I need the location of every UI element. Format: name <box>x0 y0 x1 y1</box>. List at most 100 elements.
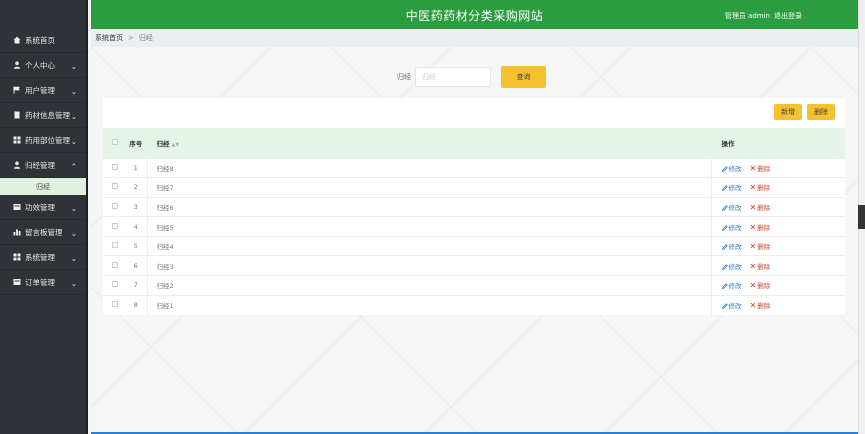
edit-button[interactable]: 修改 <box>721 262 742 271</box>
row-delete-button[interactable]: ✕删除 <box>750 301 771 311</box>
delete-label: 删除 <box>757 164 771 173</box>
sidebar-item-medicinal-part[interactable]: 药用部位管理 ⌄ <box>0 128 86 153</box>
edit-label: 修改 <box>728 243 742 252</box>
row-check-cell <box>103 197 125 217</box>
edit-button[interactable]: 修改 <box>721 223 742 232</box>
row-checkbox[interactable] <box>112 202 118 209</box>
row-checkbox[interactable] <box>112 301 118 308</box>
sidebar-item-efficacy[interactable]: 功效管理 ⌄ <box>0 195 86 220</box>
row-index: 3 <box>125 197 148 217</box>
row-delete-button[interactable]: ✕删除 <box>749 242 771 252</box>
edit-button[interactable]: 修改 <box>721 204 742 212</box>
sidebar-item-profile[interactable]: 个人中心 ⌄ <box>0 53 86 78</box>
table-row: 7 归经2 修改 ✕删除 <box>103 275 845 296</box>
delete-label: 删除 <box>757 302 771 311</box>
query-button[interactable]: 查询 <box>501 66 546 88</box>
header-name[interactable]: 归经 ▲▼ <box>147 128 711 158</box>
sidebar-item-message-board[interactable]: 留言板管理 ⌄ <box>0 220 86 245</box>
close-icon: ✕ <box>749 242 757 252</box>
pencil-icon <box>721 263 728 270</box>
logout-link[interactable]: 退出登录 <box>774 11 802 21</box>
sidebar-item-herb-info[interactable]: 药材信息管理 ⌄ <box>0 103 86 128</box>
row-check-cell <box>103 295 125 315</box>
scrollbar-thumb[interactable] <box>858 205 865 229</box>
pencil-icon <box>721 224 728 231</box>
edit-button[interactable]: 修改 <box>721 164 742 173</box>
row-name: 归经6 <box>156 203 174 212</box>
row-checkbox[interactable] <box>112 261 118 268</box>
edit-label: 修改 <box>728 223 742 232</box>
edit-label: 修改 <box>728 164 742 173</box>
row-index: 2 <box>125 177 148 198</box>
card-icon <box>12 278 22 286</box>
row-check-cell <box>103 178 125 198</box>
select-all-checkbox[interactable] <box>112 138 118 145</box>
row-actions: 修改 ✕删除 <box>710 216 845 237</box>
sidebar-item-label: 留言板管理 <box>25 227 63 237</box>
row-check-cell <box>103 256 125 276</box>
row-actions: 修改 ✕删除 <box>710 275 845 296</box>
edit-button[interactable]: 修改 <box>721 302 742 310</box>
sidebar: 系统首页 个人中心 ⌄ 用户管理 ⌄ 药材信息管理 ⌄ 药用部位管理 ⌄ 归经管… <box>0 0 88 434</box>
row-index: 4 <box>125 216 148 237</box>
row-actions: 修改 ✕删除 <box>710 236 845 256</box>
search-label: 归经 <box>397 73 411 81</box>
row-checkbox[interactable] <box>112 242 118 249</box>
breadcrumb-home[interactable]: 系统首页 <box>95 33 123 43</box>
close-icon: ✕ <box>749 222 757 232</box>
row-checkbox[interactable] <box>112 183 118 190</box>
edit-button[interactable]: 修改 <box>721 184 742 193</box>
row-checkbox[interactable] <box>112 222 118 229</box>
page-scrollbar[interactable] <box>858 0 865 434</box>
row-index: 5 <box>125 236 148 256</box>
sidebar-item-users[interactable]: 用户管理 ⌄ <box>0 78 86 103</box>
card-icon <box>12 203 22 211</box>
add-button[interactable]: 新增 <box>774 104 802 120</box>
table-header-row: 序号 归经 ▲▼ 操作 <box>103 128 845 158</box>
grid-icon <box>12 136 22 144</box>
sidebar-item-label: 用户管理 <box>25 85 55 95</box>
sidebar-item-meridian[interactable]: 归经管理 ⌃ <box>0 153 86 178</box>
edit-label: 修改 <box>728 184 742 193</box>
sidebar-submenu: 归经 <box>0 178 86 195</box>
edit-button[interactable]: 修改 <box>721 243 742 252</box>
pencil-icon <box>721 166 728 172</box>
row-checkbox[interactable] <box>112 163 118 170</box>
delete-label: 删除 <box>757 203 771 212</box>
search-input[interactable] <box>415 67 491 87</box>
chevron-down-icon: ⌄ <box>70 87 77 96</box>
pencil-icon <box>721 205 728 212</box>
delete-label: 删除 <box>757 223 771 232</box>
row-delete-button[interactable]: ✕删除 <box>750 183 771 193</box>
sort-icon[interactable]: ▲▼ <box>172 142 180 148</box>
table-toolbar: 新增 删除 <box>774 104 835 120</box>
sidebar-item-system[interactable]: 系统管理 ⌄ <box>0 245 86 270</box>
header-ops: 操作 <box>710 128 845 158</box>
row-delete-button[interactable]: ✕删除 <box>750 262 771 271</box>
row-delete-button[interactable]: ✕删除 <box>749 222 771 232</box>
row-check-cell <box>103 158 125 178</box>
row-delete-button[interactable]: ✕删除 <box>750 281 771 291</box>
sidebar-subitem-meridian[interactable]: 归经 <box>0 178 86 195</box>
table-row: 2 归经7 修改 ✕删除 <box>103 177 845 198</box>
row-delete-button[interactable]: ✕删除 <box>749 202 771 212</box>
delete-label: 删除 <box>757 184 771 193</box>
table-row: 3 归经6 修改 ✕删除 <box>103 197 845 217</box>
row-name: 归经2 <box>156 282 174 291</box>
sidebar-item-label: 归经管理 <box>25 160 55 170</box>
row-checkbox[interactable] <box>112 281 118 288</box>
edit-label: 修改 <box>728 262 742 271</box>
close-icon: ✕ <box>749 202 757 212</box>
sidebar-item-label: 个人中心 <box>25 60 55 70</box>
table-row: 6 归经3 修改 ✕删除 <box>103 255 845 276</box>
row-delete-button[interactable]: ✕删除 <box>750 164 771 173</box>
pencil-icon <box>721 244 728 251</box>
sidebar-item-orders[interactable]: 订单管理 ⌄ <box>0 270 86 295</box>
row-actions: 修改 ✕删除 <box>710 255 845 276</box>
chevron-down-icon: ⌄ <box>70 112 77 121</box>
sidebar-item-home[interactable]: 系统首页 <box>0 28 86 53</box>
delete-label: 删除 <box>757 282 771 291</box>
delete-button[interactable]: 删除 <box>807 104 835 120</box>
edit-button[interactable]: 修改 <box>721 282 742 290</box>
main-content: 归经 查询 新增 删除 序号 归经▲▼ 操作 1归经8修改✕删除2归经7修改✕删… <box>91 47 858 434</box>
